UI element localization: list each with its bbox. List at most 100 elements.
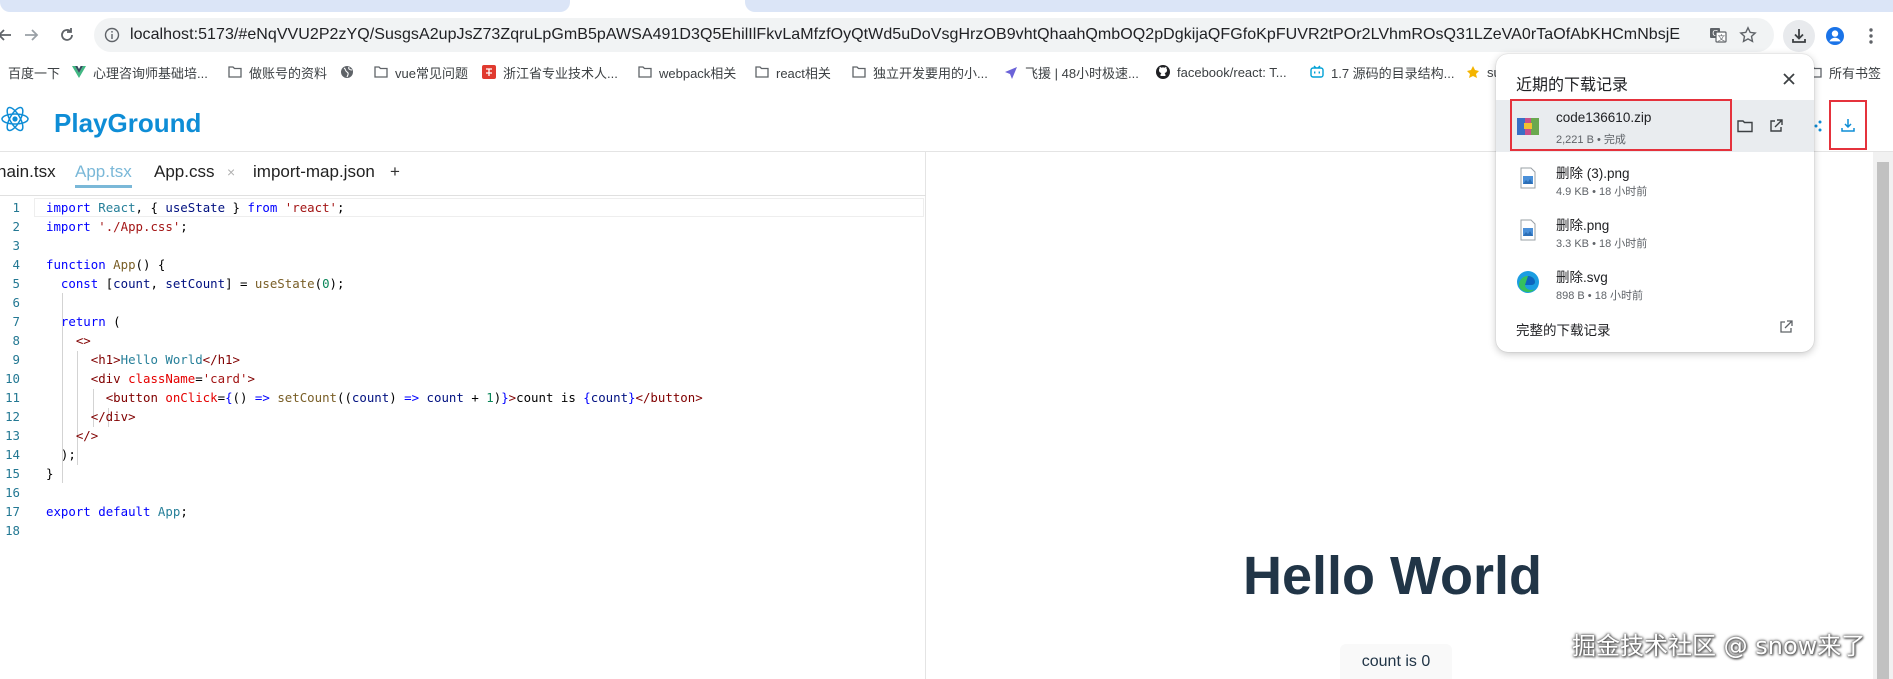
code-line: 18: [5, 523, 20, 538]
bookmark-item[interactable]: facebook/react: T...: [1156, 62, 1287, 82]
svg-text:文: 文: [1718, 33, 1726, 43]
tab-app-tsx[interactable]: App.tsx: [75, 162, 132, 188]
bookmark-item[interactable]: 1.7 源码的目录结构...: [1310, 62, 1455, 82]
code-line: 2 import './App.css';: [12, 219, 188, 234]
code-line: 16: [5, 485, 20, 500]
bookmark-item[interactable]: 做账号的资料: [228, 62, 327, 82]
bookmark-item[interactable]: react相关: [755, 62, 831, 82]
folder-icon: [374, 65, 388, 79]
browser-tab-strip: [0, 0, 1893, 12]
tab-close-icon[interactable]: ×: [227, 164, 235, 180]
scrollbar-thumb[interactable]: [1877, 162, 1889, 679]
address-bar[interactable]: localhost:5173/#eNqVVU2P2zYQ/SusgsA2upJs…: [94, 18, 1774, 52]
downloads-title: 近期的下载记录: [1516, 77, 1629, 94]
browser-tab[interactable]: [0, 0, 570, 12]
red-seal-icon: [482, 65, 496, 79]
show-in-folder-icon[interactable]: [1734, 115, 1756, 137]
preview-heading: Hello World: [1243, 546, 1543, 606]
tab-app-css[interactable]: App.css: [154, 162, 214, 188]
close-icon[interactable]: [1778, 68, 1800, 90]
highlight-box: [1510, 99, 1732, 151]
app-share-icon[interactable]: [1813, 119, 1823, 132]
download-filename: 删除.png: [1556, 218, 1610, 233]
download-filename: 删除.svg: [1556, 270, 1608, 285]
code-line: 8 <>: [12, 333, 91, 348]
bilibili-icon: [1310, 65, 1324, 79]
bookmark-label: 心理咨询师基础培...: [93, 65, 208, 81]
bookmark-label: react相关: [776, 65, 831, 81]
download-meta: 898 B • 18 小时前: [1556, 290, 1644, 302]
url-text[interactable]: localhost:5173/#eNqVVU2P2zYQ/SusgsA2upJs…: [130, 26, 1680, 46]
site-info-icon[interactable]: [102, 25, 122, 45]
code-line: 3: [12, 238, 20, 253]
translate-icon[interactable]: G文: [1708, 25, 1728, 45]
bookmark-item-all[interactable]: 所有书签: [1808, 62, 1881, 82]
download-meta: 3.3 KB • 18 小时前: [1556, 238, 1648, 250]
vue-logo-icon: [72, 65, 86, 79]
bookmark-item[interactable]: webpack相关: [638, 62, 736, 82]
code-line: 13 </>: [5, 428, 99, 443]
code-editor[interactable]: 1 import React, { useState } from 'react'…: [0, 198, 926, 679]
tab-main-tsx[interactable]: nain.tsx: [0, 162, 56, 188]
bookmark-label: 百度一下: [8, 65, 61, 81]
forward-arrow-icon[interactable]: [18, 22, 44, 48]
code-line: 5 const [count, setCount] = useState(0);: [12, 276, 345, 291]
preview-scrollbar[interactable]: [1873, 152, 1893, 679]
code-line: 7 return (: [12, 314, 121, 329]
menu-icon[interactable]: [1855, 20, 1887, 52]
download-icon[interactable]: [1783, 20, 1815, 52]
bookmark-label: vue常见问题: [395, 65, 468, 81]
bookmark-item[interactable]: 心理咨询师基础培...: [72, 62, 208, 82]
code-line: 14 );: [5, 447, 76, 462]
globe-icon: [340, 65, 354, 79]
add-file-button[interactable]: +: [390, 162, 400, 182]
bookmark-label: 独立开发要用的小...: [873, 65, 988, 81]
editor-pane: nain.tsx App.tsx App.css × import-map.js…: [0, 152, 926, 679]
bookmark-item[interactable]: 浙江省专业技术人...: [482, 62, 618, 82]
tab-import-map[interactable]: import-map.json: [253, 162, 375, 188]
code-line: 11 <button onClick={() => setCount((coun…: [5, 390, 703, 405]
app-download-icon[interactable]: [1834, 114, 1862, 136]
count-button[interactable]: count is 0: [1340, 644, 1452, 679]
reload-icon[interactable]: [54, 22, 80, 48]
download-item[interactable]: 删除.svg 898 B • 18 小时前: [1496, 256, 1814, 308]
download-filename: 删除 (3).png: [1556, 166, 1630, 181]
code-line: 1 import React, { useState } from 'react'…: [12, 200, 345, 215]
feiyuan-icon: [1004, 65, 1018, 79]
image-file-icon: [1516, 218, 1540, 242]
star-icon[interactable]: [1738, 25, 1758, 45]
github-icon: [1156, 65, 1170, 79]
bookmark-label: 浙江省专业技术人...: [503, 65, 618, 81]
full-download-history-link[interactable]: 完整的下载记录: [1516, 319, 1611, 339]
gold-icon: [1466, 65, 1480, 79]
browser-toolbar: localhost:5173/#eNqVVU2P2zYQ/SusgsA2upJs…: [0, 12, 1893, 58]
bookmark-item[interactable]: 独立开发要用的小...: [852, 62, 988, 82]
image-file-icon: [1516, 166, 1540, 190]
browser-tab[interactable]: [745, 0, 1893, 12]
open-external-icon[interactable]: [1776, 317, 1796, 337]
download-item[interactable]: 删除 (3).png 4.9 KB • 18 小时前: [1496, 152, 1814, 204]
watermark: 掘金技术社区 @ snow来了: [1572, 632, 1866, 660]
bookmark-label: 所有书签: [1829, 65, 1882, 81]
profile-icon[interactable]: [1819, 20, 1851, 52]
folder-icon: [228, 65, 242, 79]
edge-icon: [1516, 270, 1540, 294]
code-line: 12 </div>: [5, 409, 136, 424]
bookmark-item[interactable]: 百度一下: [8, 62, 60, 82]
bookmark-label: webpack相关: [659, 65, 737, 81]
code-line: 6: [12, 295, 20, 310]
open-external-icon[interactable]: [1765, 115, 1787, 137]
code-line: 17 export default App;: [5, 504, 188, 519]
folder-icon: [638, 65, 652, 79]
download-item[interactable]: 删除.png 3.3 KB • 18 小时前: [1496, 204, 1814, 256]
bookmark-item[interactable]: [340, 62, 361, 82]
bookmark-label: 做账号的资料: [249, 65, 328, 81]
back-arrow-icon[interactable]: [0, 22, 18, 48]
file-tabs: nain.tsx App.tsx App.css × import-map.js…: [0, 152, 926, 196]
bookmark-label: facebook/react: T...: [1177, 64, 1287, 80]
bookmark-item[interactable]: vue常见问题: [374, 62, 468, 82]
bookmark-label: 飞援 | 48小时极速...: [1025, 65, 1139, 81]
code-line: 15}: [5, 466, 54, 481]
folder-icon: [755, 65, 769, 79]
bookmark-item[interactable]: 飞援 | 48小时极速...: [1004, 62, 1139, 82]
